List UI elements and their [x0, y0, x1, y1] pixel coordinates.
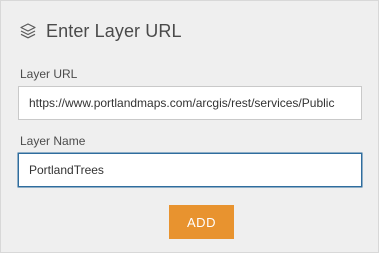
layer-name-label: Layer Name [20, 134, 86, 148]
panel-title: Enter Layer URL [46, 20, 182, 41]
layer-url-input[interactable] [18, 86, 362, 120]
layer-url-label: Layer URL [20, 67, 78, 81]
layer-name-input[interactable] [18, 153, 362, 187]
layers-icon [19, 22, 37, 40]
add-button[interactable]: ADD [169, 205, 234, 239]
add-layer-panel: Enter Layer URL Layer URL Layer Name ADD [0, 0, 379, 253]
panel-header: Enter Layer URL [19, 19, 182, 43]
